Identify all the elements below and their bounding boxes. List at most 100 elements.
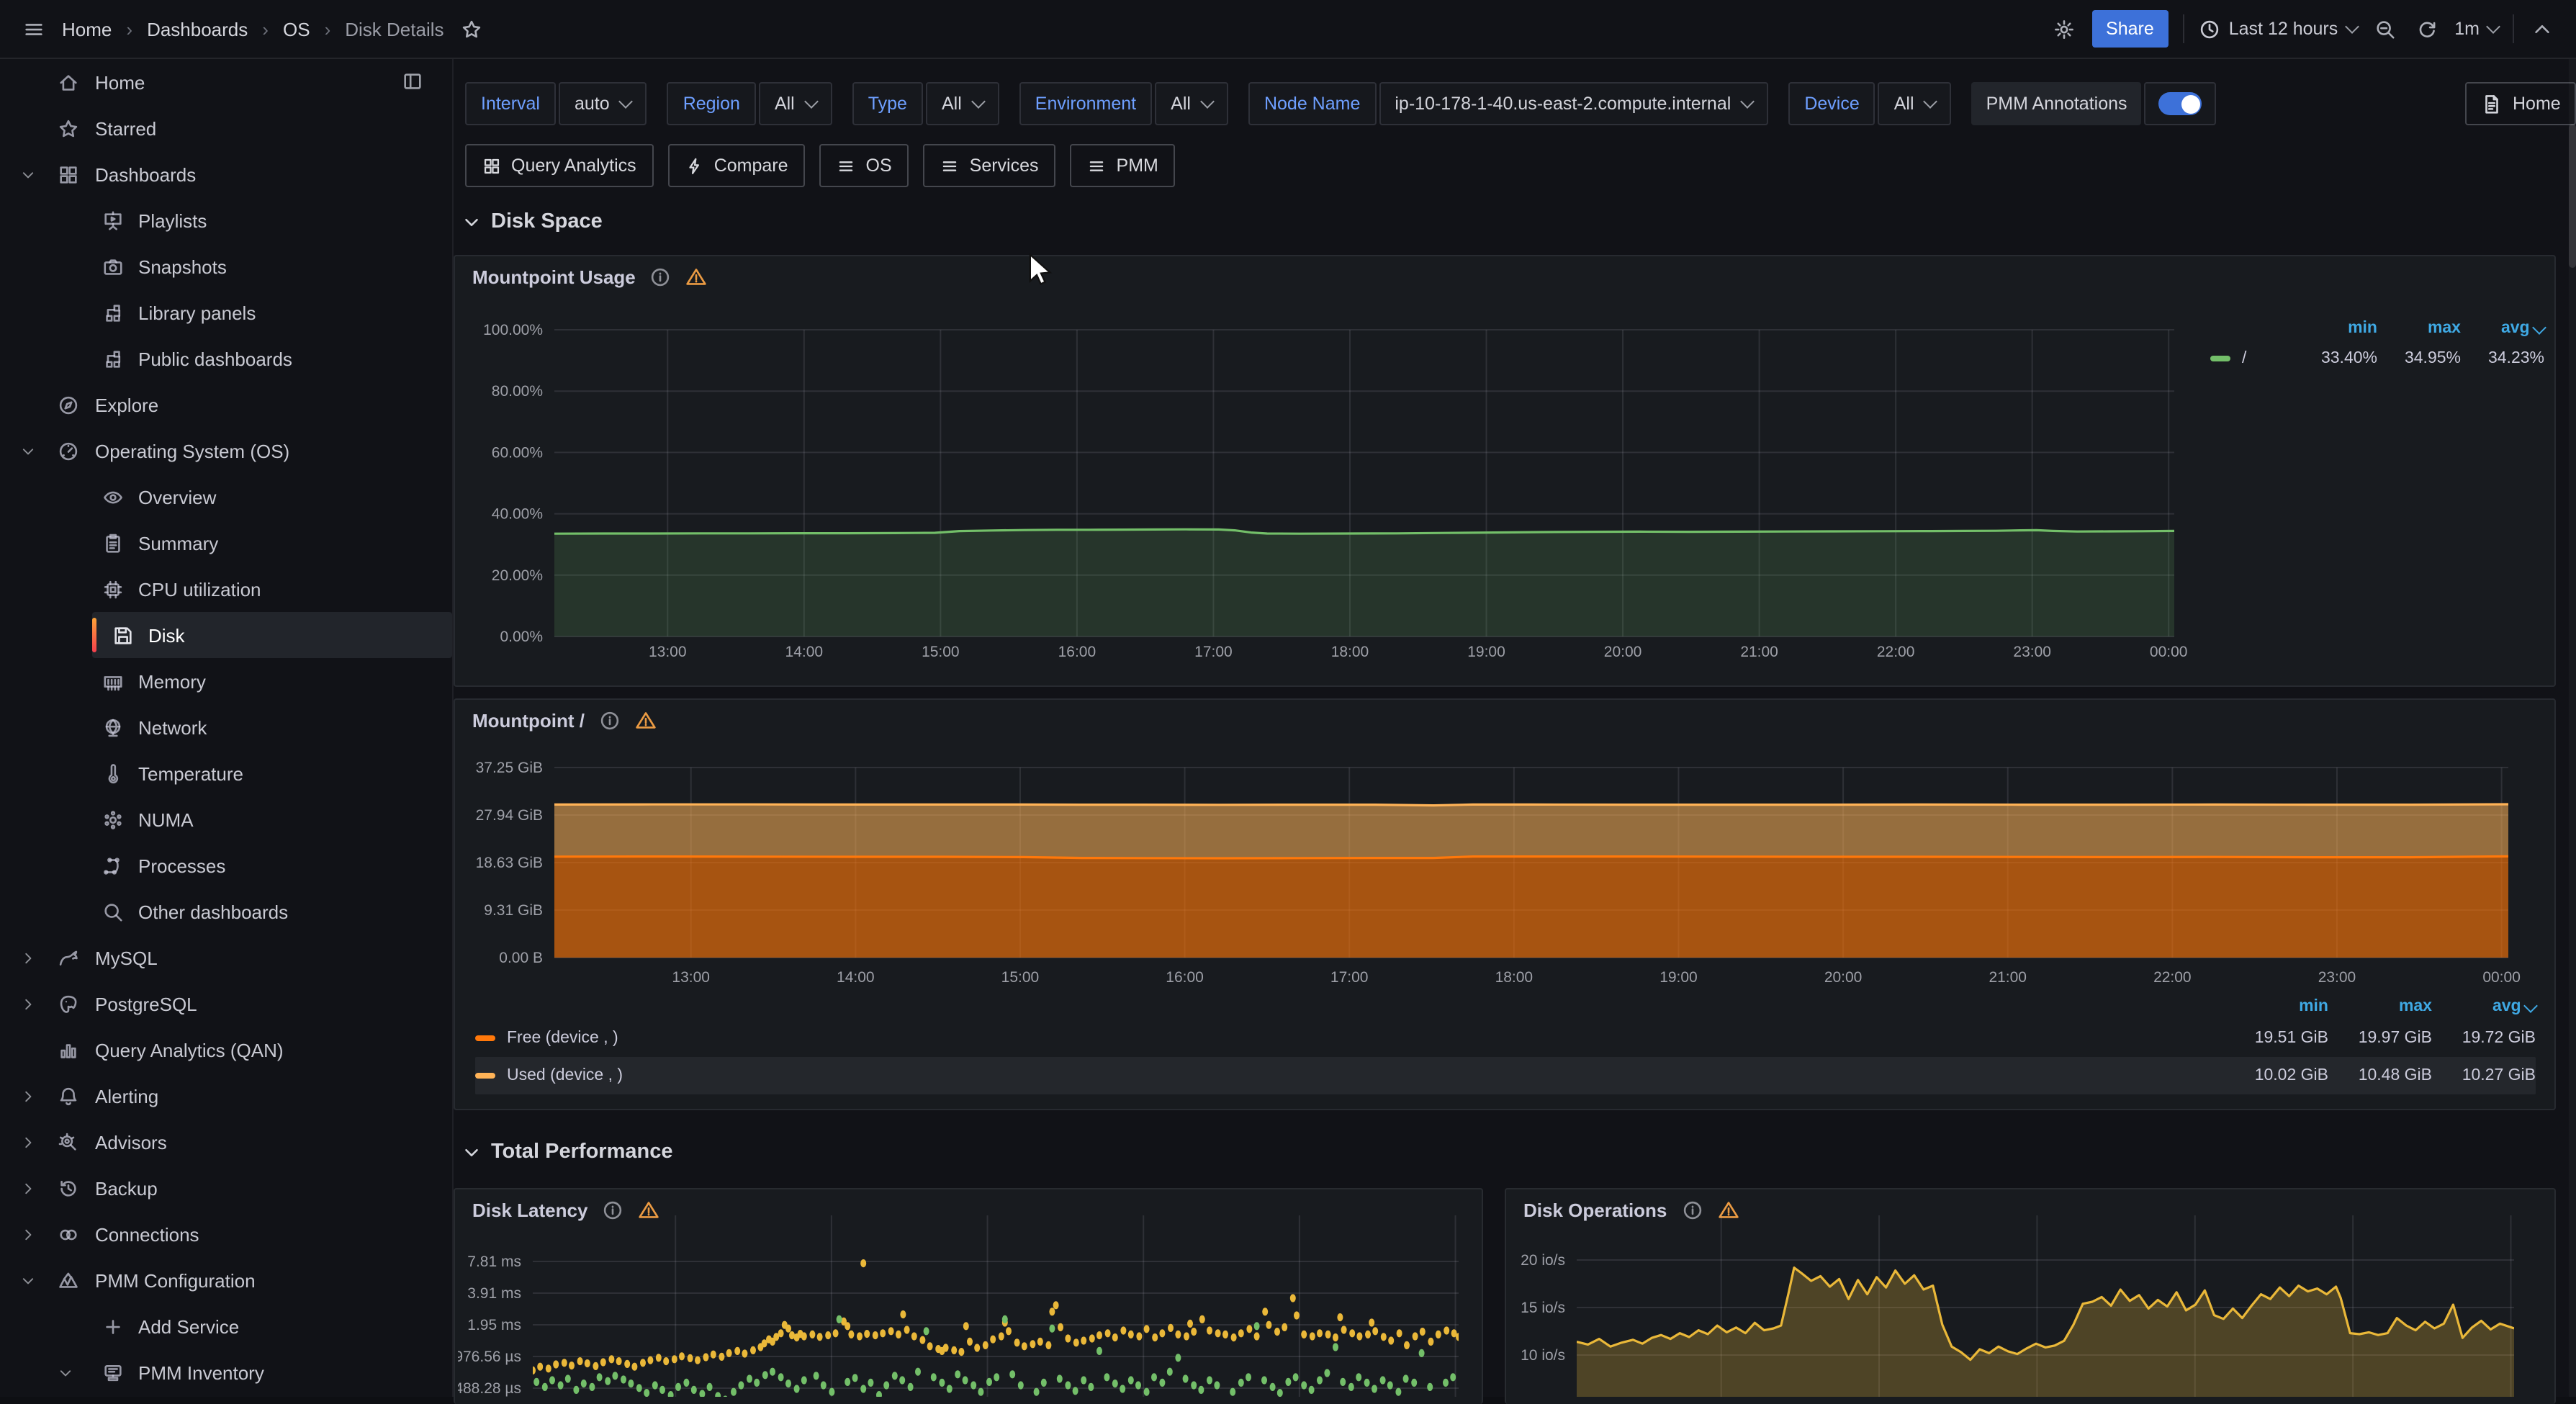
legend-header-min[interactable]: min (2294, 320, 2377, 337)
filter-value-dropdown[interactable]: All (926, 82, 999, 125)
eye-icon (102, 486, 124, 508)
sidebar-item-query-analytics-qan[interactable]: Query Analytics (QAN) (0, 1027, 452, 1073)
dock-sidebar-button[interactable] (402, 71, 423, 99)
sidebar-item-mysql[interactable]: MySQL (0, 935, 452, 981)
sidebar-item-overview[interactable]: Overview (0, 474, 452, 520)
chevron-right-icon[interactable] (20, 1088, 36, 1104)
filter-value-dropdown[interactable]: All (1155, 82, 1228, 125)
sidebar-item-numa[interactable]: NUMA (0, 796, 452, 842)
share-button[interactable]: Share (2091, 10, 2169, 48)
filter-value-dropdown[interactable]: auto (559, 82, 647, 125)
services-button[interactable]: Services (924, 144, 1056, 187)
sidebar-item-alerting[interactable]: Alerting (0, 1073, 452, 1119)
sidebar-item-playlists[interactable]: Playlists (0, 197, 452, 243)
mountpoint-usage-chart[interactable]: 0.00%20.00%40.00%60.00%80.00%100.00%13:0… (461, 284, 2210, 665)
sidebar-item-starred[interactable]: Starred (0, 105, 452, 151)
filter-value-dropdown[interactable]: All (759, 82, 832, 125)
chevron-right-icon[interactable] (20, 950, 36, 966)
sidebar-item-cpu-utilization[interactable]: CPU utilization (0, 566, 452, 612)
bar-chart-icon (58, 1039, 79, 1061)
sidebar-item-dashboards[interactable]: Dashboards (0, 151, 452, 197)
time-range-picker[interactable]: Last 12 hours (2199, 18, 2357, 40)
scrollbar-track[interactable] (2569, 59, 2576, 1397)
refresh-button[interactable] (2413, 15, 2440, 42)
sidebar-item-advisors[interactable]: Advisors (0, 1119, 452, 1165)
dashboard-settings-button[interactable] (2050, 15, 2077, 42)
chevron-down-icon (1924, 94, 1938, 109)
disk-operations-chart[interactable]: 10 io/s15 io/s20 io/s (1502, 1207, 2559, 1397)
breadcrumb-home[interactable]: Home (62, 18, 112, 40)
filter-label: Node Name (1248, 82, 1376, 125)
refresh-interval-picker[interactable]: 1m (2454, 19, 2498, 39)
sidebar-item-network[interactable]: Network (0, 704, 452, 750)
chevron-down-icon[interactable] (20, 1272, 36, 1288)
sidebar-item-pmm-configuration[interactable]: PMM Configuration (0, 1257, 452, 1303)
chevron-down-icon[interactable] (20, 443, 36, 459)
scrollbar-thumb[interactable] (2569, 124, 2576, 268)
library-panel-icon (102, 302, 124, 323)
sidebar-item-explore[interactable]: Explore (0, 382, 452, 428)
query-analytics-button[interactable]: Query Analytics (465, 144, 654, 187)
breadcrumb-os[interactable]: OS (283, 18, 310, 40)
svg-text:0.00%: 0.00% (500, 629, 543, 645)
os-button[interactable]: OS (820, 144, 909, 187)
filter-environment: EnvironmentAll (1019, 82, 1228, 125)
sidebar-item-processes[interactable]: Processes (0, 842, 452, 888)
chevron-right-icon[interactable] (20, 1180, 36, 1196)
legend-row: /33.40%34.95%34.23% (2210, 341, 2544, 376)
numa-icon (102, 809, 124, 830)
sidebar-item-public-dashboards[interactable]: Public dashboards (0, 336, 452, 382)
legend-header-avg[interactable]: avg (2432, 998, 2536, 1015)
chevron-right-icon[interactable] (20, 1134, 36, 1150)
sidebar-item-add-service[interactable]: Add Service (0, 1303, 452, 1349)
menu-toggle-button[interactable] (20, 15, 48, 42)
section-disk-space[interactable]: Disk Space (461, 210, 603, 233)
sidebar-item-label: Add Service (138, 1315, 239, 1337)
sidebar-item-backup[interactable]: Backup (0, 1165, 452, 1211)
svg-text:18.63 GiB: 18.63 GiB (476, 855, 543, 871)
sidebar-item-temperature[interactable]: Temperature (0, 750, 452, 796)
sidebar-item-disk[interactable]: Disk (92, 612, 452, 658)
mountpoint-root-chart[interactable]: 0.00 B9.31 GiB18.63 GiB27.94 GiB37.25 Gi… (461, 720, 2527, 1001)
sidebar-item-other-dashboards[interactable]: Other dashboards (0, 888, 452, 935)
series-name[interactable]: Used (device , ) (507, 1067, 623, 1084)
sidebar-item-pmm-inventory[interactable]: PMM Inventory (0, 1349, 452, 1395)
collapse-topbar-button[interactable] (2528, 15, 2556, 42)
legend-header-avg[interactable]: avg (2461, 320, 2544, 337)
sidebar-item-snapshots[interactable]: Snapshots (0, 243, 452, 289)
series-name[interactable]: Free (device , ) (507, 1030, 618, 1047)
filter-type: TypeAll (852, 82, 999, 125)
legend-header-max[interactable]: max (2377, 320, 2461, 337)
pmm-button[interactable]: PMM (1071, 144, 1176, 187)
disk-latency-chart[interactable]: 488.28 µs976.56 µs1.95 ms3.91 ms7.81 ms (458, 1207, 1486, 1397)
sidebar-item-library-panels[interactable]: Library panels (0, 289, 452, 336)
sidebar-item-memory[interactable]: Memory (0, 658, 452, 704)
chevron-right-icon[interactable] (20, 996, 36, 1012)
breadcrumb-dashboards[interactable]: Dashboards (147, 18, 248, 40)
legend-header-min[interactable]: min (2225, 998, 2328, 1015)
home-dashboard-button[interactable]: Home (2465, 82, 2576, 125)
sidebar-item-connections[interactable]: Connections (0, 1211, 452, 1257)
favorite-star-button[interactable] (459, 15, 486, 42)
chevron-down-icon (971, 94, 986, 109)
filter-value-dropdown[interactable]: All (1878, 82, 1952, 125)
sidebar-item-operating-system-os[interactable]: Operating System (OS) (0, 428, 452, 474)
section-total-performance[interactable]: Total Performance (461, 1140, 673, 1164)
series-color-swatch (475, 1035, 495, 1041)
sidebar-item-postgresql[interactable]: PostgreSQL (0, 981, 452, 1027)
sidebar-item-home[interactable]: Home (0, 59, 452, 105)
chevron-down-icon[interactable] (20, 166, 36, 182)
zoom-out-button[interactable] (2371, 15, 2398, 42)
filter-value-dropdown[interactable]: ip-10-178-1-40.us-east-2.compute.interna… (1379, 82, 1768, 125)
globe-icon (102, 716, 124, 738)
filter-interval: Intervalauto (465, 82, 647, 125)
compare-button[interactable]: Compare (668, 144, 806, 187)
svg-text:22:00: 22:00 (1877, 644, 1915, 660)
sidebar-item-summary[interactable]: Summary (0, 520, 452, 566)
legend-header-max[interactable]: max (2328, 998, 2432, 1015)
chevron-right-icon[interactable] (20, 1226, 36, 1242)
pmm-annotations-toggle[interactable] (2145, 82, 2217, 125)
chevron-down-icon[interactable] (58, 1364, 73, 1380)
series-name[interactable]: / (2242, 350, 2246, 367)
sidebar-item-label: Processes (138, 855, 225, 876)
